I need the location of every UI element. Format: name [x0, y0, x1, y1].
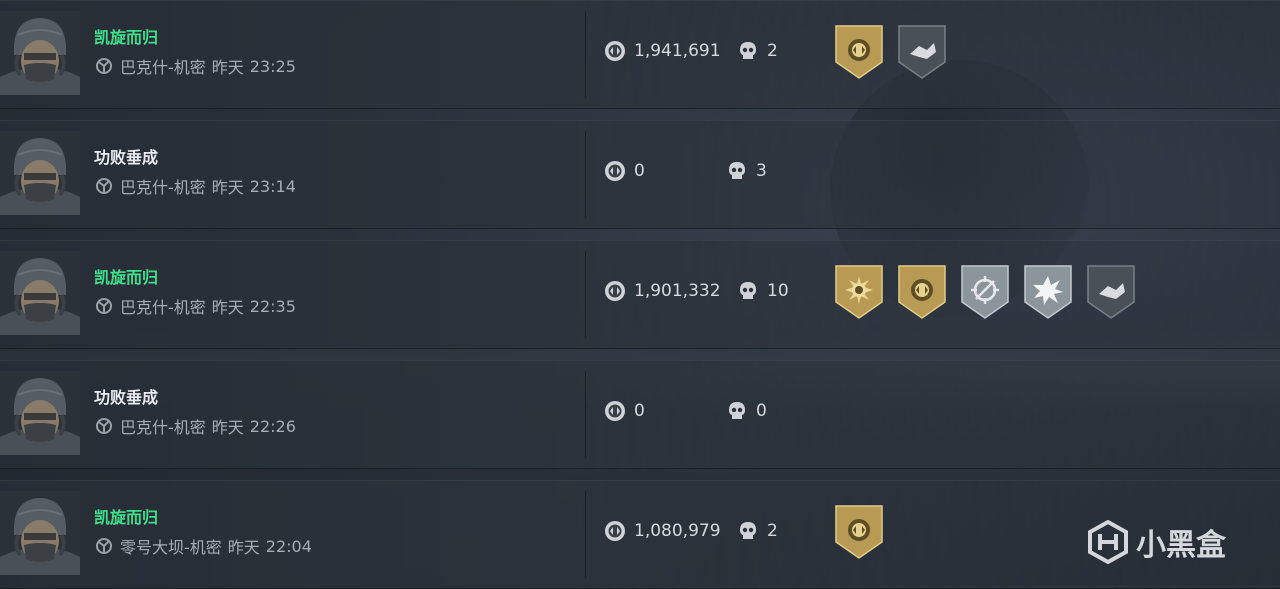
match-row[interactable]: 凯旋而归 巴克什-机密 昨天 23:25 1,941,691 2 [0, 0, 1280, 109]
money-stat: 1,080,979 [604, 520, 721, 542]
xiaoheihe-logo-icon [1088, 520, 1128, 564]
money-value: 0 [634, 161, 645, 181]
skull-icon [740, 522, 756, 539]
kills-value: 10 [767, 281, 789, 301]
kills-value: 2 [767, 521, 778, 541]
skull-icon [740, 282, 756, 299]
match-day: 昨天 [211, 58, 244, 77]
match-row[interactable]: 功败垂成 巴克什-机密 昨天 22:26 0 0 [0, 360, 1280, 469]
match-day: 昨天 [211, 298, 244, 317]
money-stat: 1,941,691 [604, 40, 721, 62]
map-name: 巴克什-机密 [120, 178, 206, 197]
row-divider [585, 491, 586, 578]
match-result: 功败垂成 [94, 388, 159, 407]
coin-icon [605, 161, 625, 181]
coin-icon [605, 521, 625, 541]
match-row[interactable]: 功败垂成 巴克什-机密 昨天 23:14 0 3 [0, 120, 1280, 229]
map-mode-icon [96, 58, 112, 74]
avatar [0, 251, 80, 335]
coin-icon [605, 401, 625, 421]
map-mode-icon [96, 298, 112, 314]
match-time: 23:25 [249, 56, 296, 76]
skull-icon [729, 402, 745, 419]
coin-icon [605, 41, 625, 61]
avatar [0, 131, 80, 215]
avatar [0, 11, 80, 95]
match-result: 凯旋而归 [94, 508, 159, 527]
money-stat: 0 [604, 400, 645, 422]
map-name: 零号大坝-机密 [120, 538, 222, 557]
gold-emblem-medal-icon[interactable] [834, 24, 884, 80]
match-time: 22:35 [249, 296, 296, 316]
match-result: 凯旋而归 [94, 268, 159, 287]
row-divider [585, 371, 586, 458]
map-info: 零号大坝-机密 昨天 22:04 [94, 534, 312, 558]
map-name: 巴克什-机密 [120, 298, 206, 317]
gold-sun-medal-icon[interactable] [834, 264, 884, 320]
match-time: 22:26 [249, 416, 296, 436]
kills-stat: 3 [726, 160, 767, 182]
match-row[interactable]: 凯旋而归 巴克什-机密 昨天 22:35 1,901,332 10 [0, 240, 1280, 349]
map-mode-icon [96, 538, 112, 554]
kills-stat: 0 [726, 400, 767, 422]
gray-hand-medal-icon[interactable] [1086, 264, 1136, 320]
kills-stat: 2 [737, 40, 778, 62]
map-info: 巴克什-机密 昨天 23:14 [94, 174, 296, 198]
watermark-text: 小黑盒 [1136, 528, 1226, 563]
avatar [0, 491, 80, 575]
map-mode-icon [96, 178, 112, 194]
map-info: 巴克什-机密 昨天 22:26 [94, 414, 296, 438]
coin-icon [605, 281, 625, 301]
money-stat: 0 [604, 160, 645, 182]
map-info: 巴克什-机密 昨天 23:25 [94, 54, 296, 78]
silver-burst-medal-icon[interactable] [1023, 264, 1073, 320]
money-stat: 1,901,332 [604, 280, 721, 302]
watermark: 小黑盒 [1088, 520, 1226, 564]
money-value: 1,941,691 [634, 41, 721, 61]
gold-emblem-medal-icon[interactable] [834, 504, 884, 560]
map-name: 巴克什-机密 [120, 418, 206, 437]
silver-reticle-medal-icon[interactable] [960, 264, 1010, 320]
skull-icon [729, 162, 745, 179]
gold-emblem-medal-icon[interactable] [897, 264, 947, 320]
gray-hand-medal-icon[interactable] [897, 24, 947, 80]
match-time: 22:04 [265, 536, 312, 556]
skull-icon [740, 42, 756, 59]
map-name: 巴克什-机密 [120, 58, 206, 77]
row-divider [585, 251, 586, 338]
match-time: 23:14 [249, 176, 296, 196]
match-result: 功败垂成 [94, 148, 159, 167]
map-mode-icon [96, 418, 112, 434]
match-day: 昨天 [211, 418, 244, 437]
row-divider [585, 11, 586, 98]
row-divider [585, 131, 586, 218]
money-value: 0 [634, 401, 645, 421]
money-value: 1,080,979 [634, 521, 721, 541]
kills-stat: 2 [737, 520, 778, 542]
kills-stat: 10 [737, 280, 789, 302]
match-day: 昨天 [227, 538, 260, 557]
map-info: 巴克什-机密 昨天 22:35 [94, 294, 296, 318]
kills-value: 2 [767, 41, 778, 61]
money-value: 1,901,332 [634, 281, 721, 301]
kills-value: 3 [756, 161, 767, 181]
match-day: 昨天 [211, 178, 244, 197]
avatar [0, 371, 80, 455]
match-result: 凯旋而归 [94, 28, 159, 47]
kills-value: 0 [756, 401, 767, 421]
